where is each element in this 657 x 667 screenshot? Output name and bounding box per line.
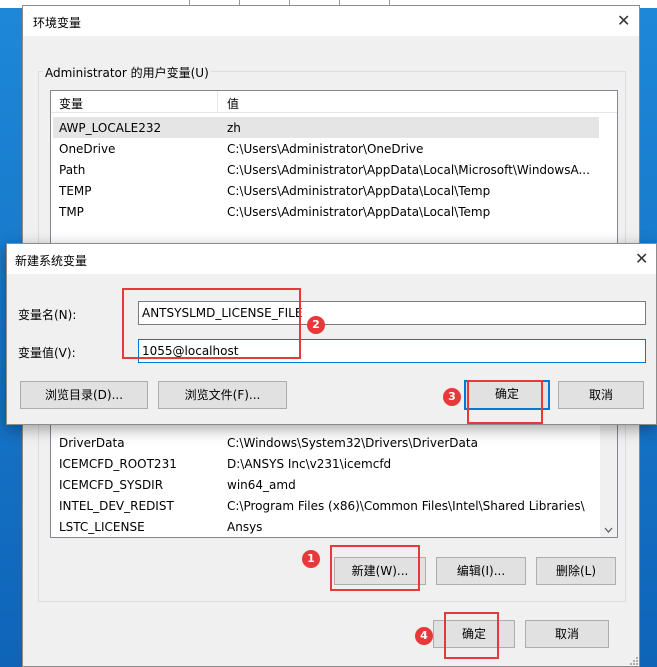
annotation-badge-2: 2 (307, 316, 325, 334)
list-item[interactable]: LSTC_LICENSE Ansys (53, 516, 599, 537)
user-variables-group-label: Administrator 的用户变量(U) (43, 64, 211, 81)
annotation-badge-3: 3 (443, 388, 461, 406)
user-list-header: 变量 值 (51, 91, 617, 113)
close-icon[interactable]: ✕ (617, 13, 630, 29)
env-window-title: 环境变量 (33, 16, 82, 30)
list-item[interactable]: TMP C:\Users\Administrator\AppData\Local… (53, 201, 599, 222)
env-cancel-button[interactable]: 取消 (525, 620, 609, 648)
dialog-title: 新建系统变量 (15, 254, 88, 268)
new-system-variable-dialog: 新建系统变量 ✕ 变量名(N): ANTSYSLMD_LICENSE_FILE … (6, 243, 657, 425)
column-header-variable[interactable]: 变量 (59, 95, 83, 112)
annotation-box-fields (122, 288, 301, 359)
env-titlebar: 环境变量 ✕ (23, 6, 639, 36)
annotation-badge-4: 4 (415, 627, 433, 645)
system-variables-list[interactable]: DriverData C:\Windows\System32\Drivers\D… (50, 416, 618, 538)
annotation-box-env-ok (444, 612, 499, 659)
list-item[interactable]: OneDrive C:\Users\Administrator\OneDrive (53, 138, 599, 159)
list-item[interactable]: Path C:\Users\Administrator\AppData\Loca… (53, 159, 599, 180)
user-variables-list[interactable]: 变量 值 AWP_LOCALE232 zh OneDrive C:\Users\… (50, 90, 618, 250)
var-name-label: 变量名(N): (18, 308, 77, 322)
annotation-box-dialog-ok (467, 380, 543, 424)
annotation-box-new-button (330, 545, 420, 591)
list-item[interactable]: ICEMCFD_SYSDIR win64_amd (53, 474, 599, 495)
browse-directory-button[interactable]: 浏览目录(D)... (20, 381, 148, 409)
list-item[interactable]: TEMP C:\Users\Administrator\AppData\Loca… (53, 180, 599, 201)
resize-grip-icon[interactable] (629, 656, 639, 666)
list-item[interactable]: DriverData C:\Windows\System32\Drivers\D… (53, 432, 599, 453)
close-icon[interactable]: ✕ (635, 251, 648, 267)
annotation-badge-1: 1 (302, 550, 320, 568)
column-header-value[interactable]: 值 (227, 95, 239, 112)
browse-file-button[interactable]: 浏览文件(F)... (158, 381, 287, 409)
var-value-label: 变量值(V): (18, 346, 76, 360)
edit-system-var-button[interactable]: 编辑(I)... (436, 557, 526, 585)
delete-system-var-button[interactable]: 删除(L) (536, 557, 616, 585)
system-list-scrollbar[interactable] (600, 417, 617, 537)
dialog-cancel-button[interactable]: 取消 (558, 381, 644, 409)
list-item[interactable]: INTEL_DEV_REDIST C:\Program Files (x86)\… (53, 495, 599, 516)
list-item[interactable]: ICEMCFD_ROOT231 D:\ANSYS Inc\v231\icemcf… (53, 453, 599, 474)
dialog-titlebar: 新建系统变量 ✕ (7, 244, 656, 274)
list-item[interactable]: AWP_LOCALE232 zh (53, 117, 599, 138)
